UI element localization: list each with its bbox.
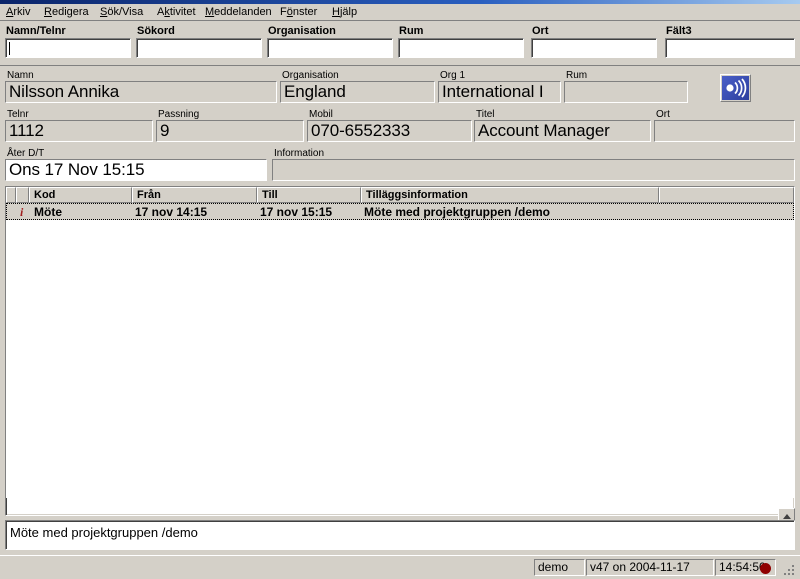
status-user: demo xyxy=(534,559,585,576)
detail-value-telnr[interactable]: 1112 xyxy=(5,120,153,142)
speaker-wave-icon-button[interactable] xyxy=(720,74,751,102)
detail-label-mobil: Mobil xyxy=(309,109,333,120)
detail-value-mobil[interactable]: 070-6552333 xyxy=(307,120,472,142)
search-input-organisation[interactable] xyxy=(267,38,393,58)
column-header-fran[interactable]: Från xyxy=(132,187,257,203)
column-header-indicator[interactable] xyxy=(6,187,16,203)
column-header-extra[interactable] xyxy=(659,187,794,203)
search-input-ort[interactable] xyxy=(531,38,657,58)
menu-item-f-nster[interactable]: Fönster xyxy=(280,6,317,19)
search-label-ort: Ort xyxy=(532,25,549,37)
activity-list: Kod Från Till Tilläggsinformation i Möte 17 n… xyxy=(5,186,795,516)
search-label-sokord: Sökord xyxy=(137,25,175,37)
detail-value-organisation[interactable]: England xyxy=(280,81,435,103)
search-label-falt3: Fält3 xyxy=(666,25,692,37)
resize-grip[interactable] xyxy=(784,565,796,577)
cell-tillaggsinformation: Möte med projektgruppen /demo xyxy=(364,205,551,219)
detail-label-namn: Namn xyxy=(7,70,34,81)
search-input-rum[interactable] xyxy=(398,38,524,58)
column-header-icon[interactable] xyxy=(16,187,29,203)
search-panel: Namn/Telnr Sökord Organisation Rum Ort Fält3 xyxy=(0,22,800,66)
detail-label-information: Information xyxy=(274,148,325,159)
column-header-kod[interactable]: Kod xyxy=(29,187,132,203)
search-label-organisation: Organisation xyxy=(268,25,336,37)
detail-value-ater-dt[interactable]: Ons 17 Nov 15:15 xyxy=(5,159,267,181)
column-header-till[interactable]: Till xyxy=(257,187,361,203)
search-label-namn-telnr: Namn/Telnr xyxy=(6,25,66,37)
detail-value-namn[interactable]: Nilsson Annika xyxy=(5,81,277,103)
detail-label-ort: Ort xyxy=(656,109,670,120)
menu-item-aktivitet[interactable]: Aktivitet xyxy=(157,6,196,19)
detail-label-organisation: Organisation xyxy=(282,70,339,81)
menu-item-arkiv[interactable]: Arkiv xyxy=(6,6,30,19)
search-input-namn-telnr[interactable] xyxy=(5,38,131,58)
memo-textarea[interactable]: Möte med projektgruppen /demo xyxy=(5,520,795,550)
table-row[interactable]: i Möte 17 nov 14:15 17 nov 15:15 Möte med pr… xyxy=(6,203,794,220)
detail-value-passning[interactable]: 9 xyxy=(156,120,304,142)
detail-value-ort[interactable] xyxy=(654,120,795,142)
status-bar: demo v47 on 2004-11-17 14:54:50 xyxy=(0,555,800,579)
detail-label-passning: Passning xyxy=(158,109,200,120)
search-input-falt3[interactable] xyxy=(665,38,795,58)
detail-value-rum[interactable] xyxy=(564,81,688,103)
menu-item-hj-lp[interactable]: Hjälp xyxy=(332,6,357,19)
column-header-tillaggsinformation[interactable]: Tilläggsinformation xyxy=(361,187,659,203)
triangle-up-icon xyxy=(783,514,791,519)
cell-kod: Möte xyxy=(34,205,62,219)
detail-label-rum: Rum xyxy=(566,70,588,81)
record-indicator-icon xyxy=(760,563,771,574)
detail-label-org1: Org 1 xyxy=(440,70,466,81)
cell-icon: i xyxy=(20,205,24,219)
menu-item-s-k-visa[interactable]: Sök/Visa xyxy=(100,6,143,19)
menu-item-redigera[interactable]: Redigera xyxy=(44,6,89,19)
cell-fran: 17 nov 14:15 xyxy=(135,205,208,219)
activity-list-header: Kod Från Till Tilläggsinformation xyxy=(6,187,794,203)
search-input-sokord[interactable] xyxy=(136,38,262,58)
detail-value-titel[interactable]: Account Manager xyxy=(474,120,651,142)
detail-label-titel: Titel xyxy=(476,109,495,120)
cell-till: 17 nov 15:15 xyxy=(260,205,333,219)
menu-item-meddelanden[interactable]: Meddelanden xyxy=(205,6,272,19)
detail-label-ater-dt: Åter D/T xyxy=(7,148,45,159)
activity-list-body: i Möte 17 nov 14:15 17 nov 15:15 Möte med pr… xyxy=(6,203,794,498)
menu-bar: Arkiv Redigera Sök/Visa Aktivitet Meddelande… xyxy=(0,4,800,21)
speaker-wave-icon xyxy=(722,76,749,100)
detail-label-telnr: Telnr xyxy=(7,109,29,120)
detail-panel: Namn Nilsson Annika Organisation England Org… xyxy=(0,66,800,186)
detail-value-information[interactable] xyxy=(272,159,795,181)
detail-value-org1[interactable]: International I xyxy=(438,81,561,103)
status-version: v47 on 2004-11-17 xyxy=(586,559,714,576)
application-window: Arkiv Redigera Sök/Visa Aktivitet Meddelande… xyxy=(0,0,800,579)
search-label-rum: Rum xyxy=(399,25,424,37)
